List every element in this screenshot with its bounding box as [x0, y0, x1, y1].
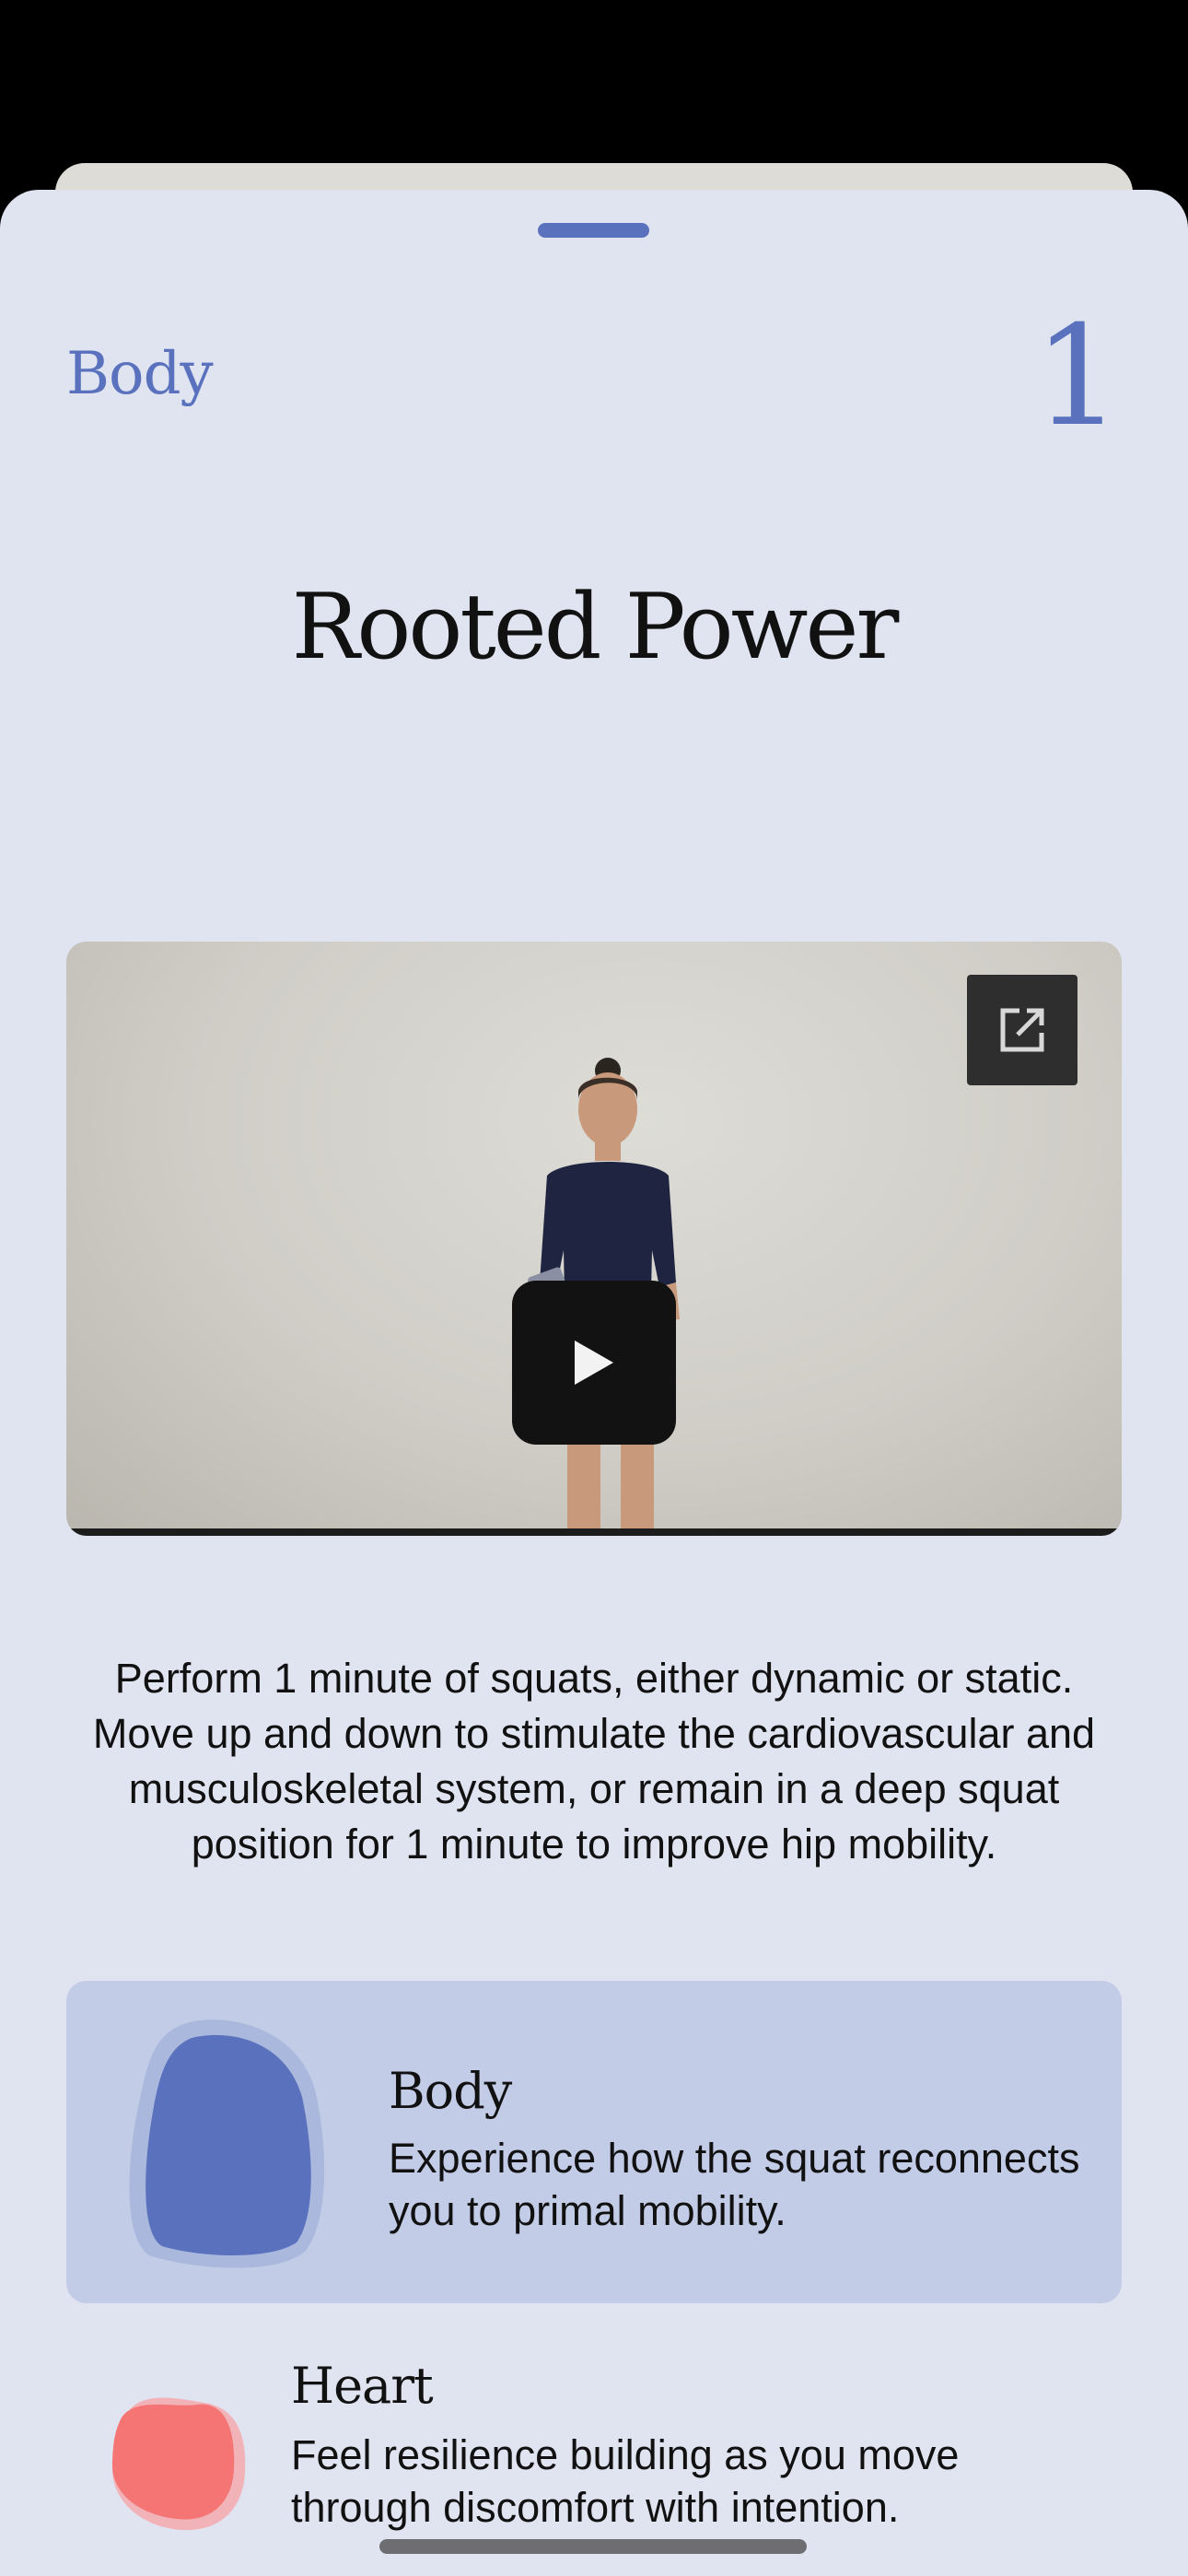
sheet-grabber[interactable]: [538, 223, 649, 238]
benefit-text-body: Experience how the squat reconnects you …: [389, 2135, 1080, 2234]
benefit-card-body: Body Experience how the squat reconnects…: [66, 1981, 1122, 2303]
home-indicator[interactable]: [379, 2539, 807, 2554]
category-label: Body: [66, 340, 214, 408]
exercise-title: Rooted Power: [291, 575, 900, 680]
step-number: 1: [1033, 297, 1122, 457]
exercise-video[interactable]: [66, 942, 1122, 1536]
exercise-description: Perform 1 minute of squats, either dynam…: [92, 1655, 1096, 1868]
video-progress-track: [66, 1528, 1122, 1536]
exercise-sheet: Body 1 Rooted Power Perform 1 minute of …: [0, 190, 1188, 2576]
benefit-text-heart: Feel resilience building as you move thr…: [291, 2431, 960, 2531]
play-button[interactable]: [512, 1281, 676, 1445]
play-icon: [575, 1341, 613, 1385]
benefit-item-heart: Heart Feel resilience building as you mo…: [0, 2303, 1188, 2576]
heart-blob-icon: [111, 2397, 246, 2531]
open-external-button[interactable]: [967, 975, 1077, 1085]
screen: Body 1 Rooted Power Perform 1 minute of …: [0, 0, 1188, 2576]
benefit-title-heart: Heart: [291, 2357, 434, 2415]
external-link-icon: [1000, 1008, 1044, 1052]
body-blob-icon: [129, 2020, 325, 2268]
benefit-title-body: Body: [389, 2062, 512, 2120]
